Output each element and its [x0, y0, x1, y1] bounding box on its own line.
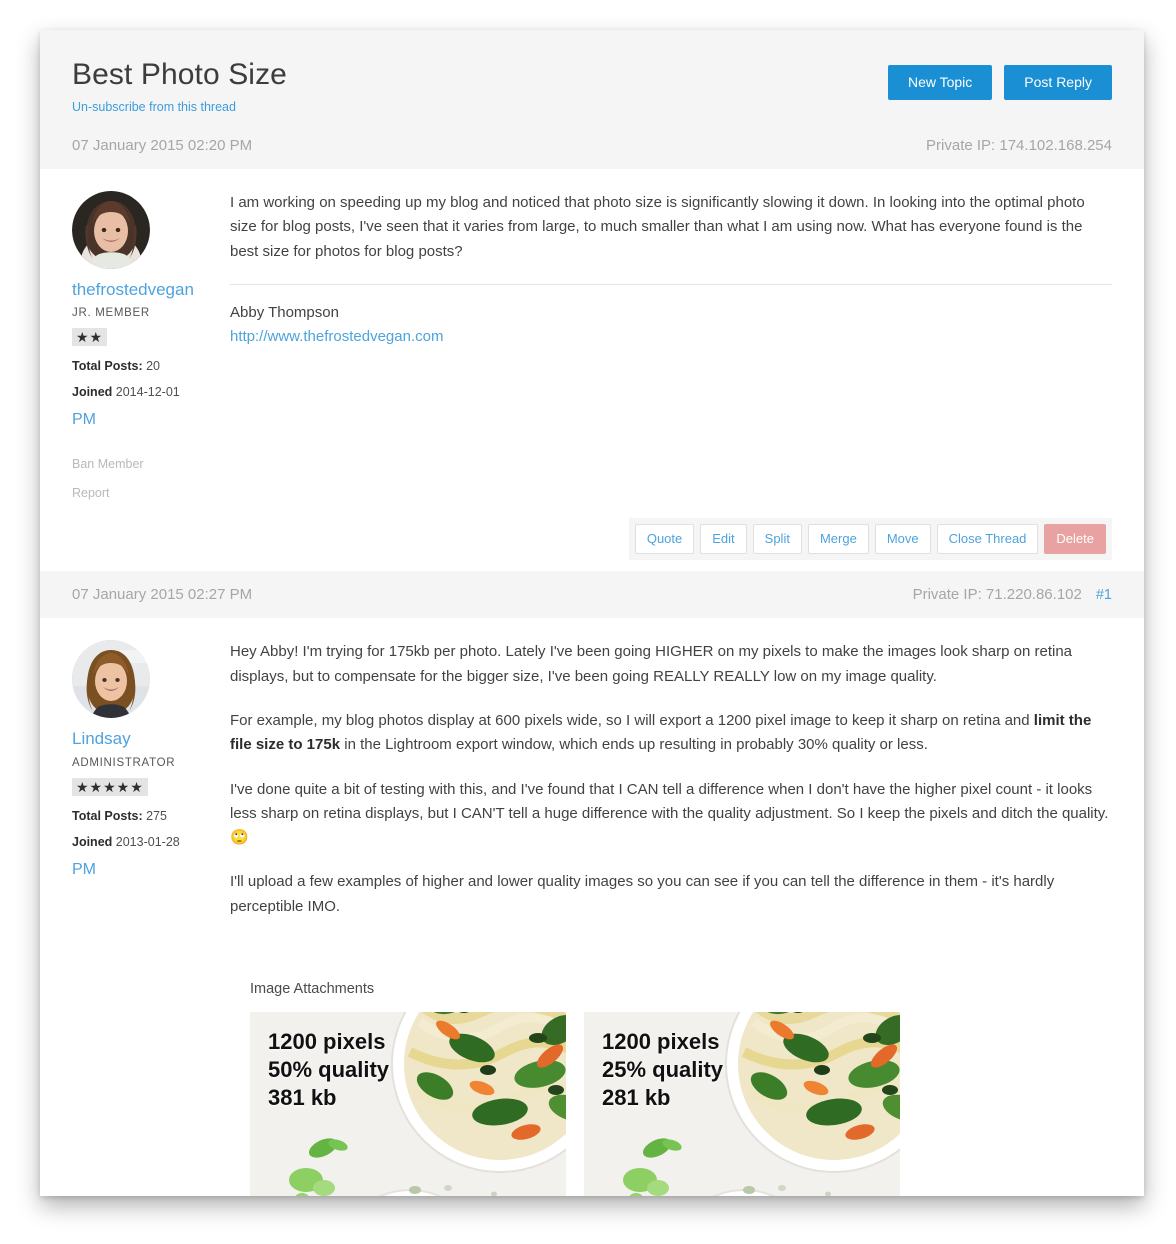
attachments-label: Image Attachments	[250, 981, 375, 998]
para-after: in the Lightroom export window, which en…	[340, 736, 928, 754]
para-before: For example, my blog photos display at 6…	[230, 711, 1034, 729]
total-posts-value: 275	[146, 808, 167, 823]
attachment-thumbnail-2[interactable]: 1200 pixels 25% quality 281 kb	[584, 1012, 900, 1196]
image-attachments-section: Image Attachments 1200 pixels 50% qualit…	[230, 939, 1112, 1196]
author-joined: Joined 2014-12-01	[72, 385, 218, 399]
post-private-ip: Private IP: 71.220.86.102	[912, 586, 1082, 604]
author-total-posts: Total Posts: 20	[72, 359, 218, 373]
post-1: thefrostedvegan JR. MEMBER ★★ Total Post…	[40, 169, 1144, 501]
post-2: Lindsay ADMINISTRATOR ★★★★★ Total Posts:…	[40, 618, 1144, 1196]
author-joined: Joined 2013-01-28	[72, 835, 218, 849]
post-meta-bar-1: 07 January 2015 02:20 PM Private IP: 174…	[40, 122, 1144, 169]
pm-link[interactable]: PM	[72, 411, 218, 429]
post-author-sidebar-2: Lindsay ADMINISTRATOR ★★★★★ Total Posts:…	[40, 618, 218, 1196]
move-button[interactable]: Move	[874, 524, 931, 555]
post-actions-row-1: Quote Edit Split Merge Move Close Thread…	[40, 518, 1144, 561]
new-topic-button[interactable]: New Topic	[887, 65, 993, 100]
attachment-caption-1: 1200 pixels 50% quality 381 kb	[268, 1029, 390, 1111]
total-posts-label: Total Posts:	[72, 808, 143, 823]
post-paragraph-rich: For example, my blog photos display at 6…	[230, 709, 1112, 758]
attachment-caption-2: 1200 pixels 25% quality 281 kb	[602, 1029, 724, 1111]
joined-label: Joined	[72, 385, 113, 400]
thread-header: Best Photo Size Un-subscribe from this t…	[40, 30, 1144, 122]
post-meta-bar-2: 07 January 2015 02:27 PM Private IP: 71.…	[40, 571, 1144, 619]
author-rank: ADMINISTRATOR	[72, 756, 176, 769]
rolling-eyes-emoji: 🙄	[230, 829, 249, 847]
author-username[interactable]: thefrostedvegan	[72, 280, 218, 300]
pm-link[interactable]: PM	[72, 861, 218, 879]
author-star-rating: ★★★★★	[72, 777, 148, 796]
edit-button[interactable]: Edit	[700, 524, 747, 555]
author-rank: JR. MEMBER	[72, 307, 150, 320]
merge-button[interactable]: Merge	[807, 524, 869, 555]
quote-button[interactable]: Quote	[634, 524, 695, 555]
author-username[interactable]: Lindsay	[72, 729, 218, 749]
ban-member-link[interactable]: Ban Member	[72, 457, 218, 471]
author-star-rating: ★★	[72, 328, 108, 347]
thread-card: Best Photo Size Un-subscribe from this t…	[40, 30, 1144, 1196]
report-link[interactable]: Report	[72, 486, 218, 500]
unsubscribe-link[interactable]: Un-subscribe from this thread	[72, 100, 236, 114]
post-actions-toolbar: Quote Edit Split Merge Move Close Thread…	[628, 518, 1112, 561]
joined-value: 2014-12-01	[115, 385, 180, 400]
post-paragraph: I am working on speeding up my blog and …	[230, 194, 1085, 260]
post-paragraph: I'll upload a few examples of higher and…	[230, 873, 1055, 915]
post-private-ip: Private IP: 174.102.168.254	[926, 137, 1112, 154]
avatar[interactable]	[72, 191, 150, 269]
delete-button[interactable]: Delete	[1044, 524, 1106, 555]
total-posts-value: 20	[146, 359, 160, 374]
joined-label: Joined	[72, 834, 113, 849]
post-content-1: I am working on speeding up my blog and …	[218, 169, 1144, 500]
author-total-posts: Total Posts: 275	[72, 809, 218, 823]
signature-url[interactable]: http://www.thefrostedvegan.com	[230, 325, 1112, 349]
page-root: Best Photo Size Un-subscribe from this t…	[0, 0, 1176, 1244]
signature-divider	[230, 283, 1112, 285]
split-button[interactable]: Split	[752, 524, 802, 555]
attachments-row: 1200 pixels 50% quality 381 kb 1200 pixe…	[250, 1012, 1080, 1196]
joined-value: 2013-01-28	[115, 834, 180, 849]
post-paragraph-with-emoji: I've done quite a bit of testing with th…	[230, 778, 1112, 851]
post-timestamp: 07 January 2015 02:27 PM	[72, 586, 253, 604]
post-paragraph: Hey Abby! I'm trying for 175kb per photo…	[230, 643, 1072, 685]
post-reply-button[interactable]: Post Reply	[1004, 65, 1112, 100]
signature-name: Abby Thompson	[230, 303, 339, 321]
post-content-2: Hey Abby! I'm trying for 175kb per photo…	[218, 618, 1144, 1196]
post-timestamp: 07 January 2015 02:20 PM	[72, 137, 253, 154]
close-thread-button[interactable]: Close Thread	[936, 524, 1039, 555]
avatar[interactable]	[72, 640, 150, 719]
post-number-link[interactable]: #1	[1096, 587, 1112, 603]
header-actions: New Topic Post Reply	[887, 65, 1112, 100]
attachment-thumbnail-1[interactable]: 1200 pixels 50% quality 381 kb	[250, 1012, 566, 1196]
post-author-sidebar-1: thefrostedvegan JR. MEMBER ★★ Total Post…	[40, 169, 218, 500]
total-posts-label: Total Posts:	[72, 359, 143, 374]
para-text: I've done quite a bit of testing with th…	[230, 780, 1109, 822]
